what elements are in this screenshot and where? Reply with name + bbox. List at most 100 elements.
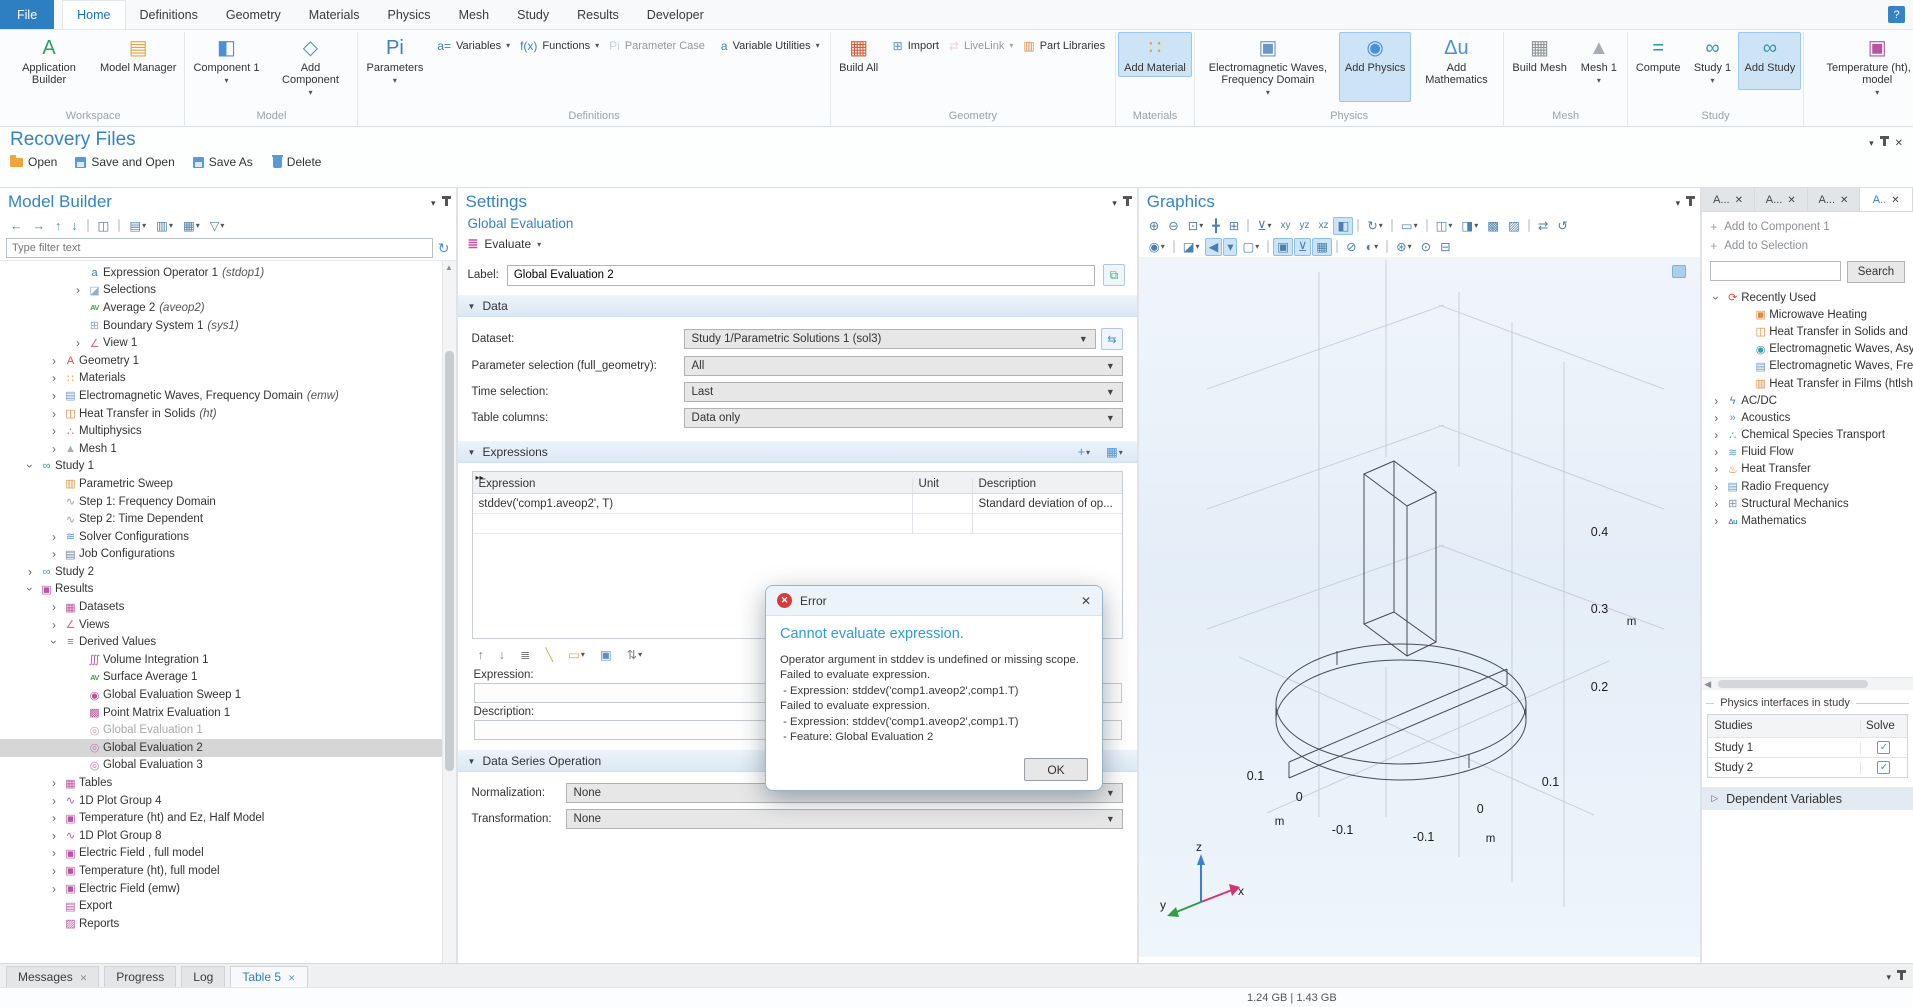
model-builder-toolbar-icon[interactable]: ↓▾: [67, 217, 81, 235]
tree-expander-icon[interactable]: ›: [46, 389, 62, 403]
tree-expander-icon[interactable]: ›: [1708, 480, 1724, 494]
tree-item[interactable]: › ∿ 1D Plot Group 4: [0, 792, 456, 810]
graphics-toolbar-icon[interactable]: ▣ ▾: [1273, 238, 1293, 256]
tree-item[interactable]: › ◫ Heat Transfer in Solids (ht): [0, 405, 456, 423]
pin-icon[interactable]: [445, 198, 448, 206]
tree-item[interactable]: › Δu Mathematics: [1702, 512, 1913, 529]
model-builder-toolbar-icon[interactable]: ▥▾: [152, 216, 177, 235]
tree-item[interactable]: › ∷ Materials: [0, 370, 456, 388]
tree-expander-icon[interactable]: ›: [46, 829, 62, 843]
tree-item[interactable]: ▤ Export: [0, 897, 456, 915]
tree-expander-icon[interactable]: ›: [46, 864, 62, 878]
graphics-toolbar-icon[interactable]: ⊙ ▾: [1417, 238, 1435, 256]
model-builder-toolbar-icon[interactable]: ▾: [118, 219, 120, 232]
graphics-toolbar-icon[interactable]: ◨ ▾: [1457, 216, 1482, 235]
model-builder-toolbar-icon[interactable]: ▤▾: [125, 216, 150, 235]
graphics-toolbar-icon[interactable]: ▾: [1426, 219, 1428, 232]
tree-expander-icon[interactable]: ›: [1708, 428, 1724, 442]
model-builder-toolbar-icon[interactable]: ▦▾: [179, 216, 204, 235]
ribbon-button[interactable]: Pi Parameters ▾: [360, 32, 429, 90]
panel-menu-icon[interactable]: [1869, 135, 1874, 149]
output-tab[interactable]: Progress: [104, 966, 176, 987]
table-row[interactable]: stddev('comp1.aveop2', T) Standard devia…: [473, 494, 1122, 514]
menu-tab[interactable]: Developer: [633, 0, 718, 29]
tree-item[interactable]: › ∴ Chemical Species Transport: [1702, 427, 1913, 444]
tree-expander-icon[interactable]: ›: [23, 581, 37, 597]
dropdown-select[interactable]: Study 1/Parametric Solutions 1 (sol3) ▼: [684, 329, 1096, 349]
tree-expander-icon[interactable]: ›: [46, 354, 62, 368]
ok-button[interactable]: OK: [1024, 758, 1088, 781]
tree-expander-icon[interactable]: ›: [46, 600, 62, 614]
tree-item[interactable]: › ∞ Study 1: [0, 458, 456, 476]
label-input[interactable]: [507, 265, 1095, 286]
chevron-down-icon[interactable]: ▾: [537, 240, 541, 249]
tree-expander-icon[interactable]: ›: [47, 634, 61, 650]
tree-item[interactable]: › ▣ Temperature (ht) and Ez, Half Model: [0, 809, 456, 827]
graphics-toolbar-icon[interactable]: ◐ ▾: [1362, 237, 1383, 256]
tree-item[interactable]: › ∴ Multiphysics: [0, 422, 456, 440]
menu-tab[interactable]: Mesh: [445, 0, 504, 29]
graphics-toolbar-icon[interactable]: ↺ ▾: [1553, 217, 1571, 235]
graphics-toolbar-icon[interactable]: ▾: [1173, 240, 1175, 253]
graphics-toolbar-icon[interactable]: ⊟ ▾: [1436, 238, 1454, 256]
ribbon-button[interactable]: ▤ Model Manager ▾: [94, 32, 182, 89]
tree-expander-icon[interactable]: ›: [23, 458, 37, 474]
menu-tab[interactable]: Physics: [373, 0, 444, 29]
model-builder-toolbar-icon[interactable]: ▾: [87, 219, 89, 232]
tree-item[interactable]: ∭ Volume Integration 1: [0, 651, 456, 669]
solve-checkbox[interactable]: [1877, 741, 1890, 754]
ribbon-button[interactable]: ▣ Electromagnetic Waves, Frequency Domai…: [1197, 32, 1339, 102]
add-to-selection-button[interactable]: Add to Selection: [1710, 236, 1905, 255]
column-header-unit[interactable]: Unit: [913, 478, 973, 493]
close-icon[interactable]: [80, 970, 88, 984]
model-builder-toolbar-icon[interactable]: ▽▾: [206, 216, 229, 235]
tree-expander-icon[interactable]: ›: [46, 407, 62, 421]
graphics-toolbar-icon[interactable]: ⊛ ▾: [1392, 237, 1416, 256]
column-header-expression[interactable]: Expression: [473, 478, 913, 493]
expression-toolbar-icon[interactable]: ▭ ▾: [564, 645, 589, 664]
graphics-toolbar-icon[interactable]: ◪ ▾: [1179, 237, 1204, 256]
tree-item[interactable]: › ▣ Electric Field (emw): [0, 880, 456, 898]
table-row[interactable]: [473, 514, 1122, 534]
evaluate-button[interactable]: Evaluate: [484, 237, 531, 251]
graphics-toolbar-icon[interactable]: ◫ ▾: [1432, 216, 1457, 235]
pin-icon[interactable]: [1689, 198, 1692, 206]
ribbon-button[interactable]: ▦ Build All ▾: [833, 32, 885, 77]
horizontal-scrollbar[interactable]: ◀: [1702, 677, 1913, 690]
menu-tab[interactable]: Home: [62, 0, 125, 29]
cell-description[interactable]: [973, 514, 1122, 533]
menu-tab[interactable]: Results: [563, 0, 633, 29]
scroll-left-icon[interactable]: ◀: [1704, 678, 1711, 691]
dropdown-select[interactable]: Last ▼: [684, 382, 1123, 402]
graphics-toolbar-icon[interactable]: ⊕ ▾: [1145, 217, 1163, 235]
ribbon-button[interactable]: a Variable Utilities ▾: [716, 37, 825, 54]
tree-expander-icon[interactable]: ›: [46, 846, 62, 860]
output-tab[interactable]: Log: [181, 966, 225, 987]
expression-toolbar-icon[interactable]: ▣ ▾: [596, 646, 616, 664]
tree-item[interactable]: ◫ Heat Transfer in Solids and: [1702, 323, 1913, 340]
graphics-toolbar-icon[interactable]: ▨ ▾: [1504, 217, 1524, 235]
graphics-toolbar-icon[interactable]: ◉ ▾: [1145, 237, 1169, 256]
graphics-toolbar-icon[interactable]: ▾: [1391, 219, 1393, 232]
graphics-toolbar-icon[interactable]: ▾: [1267, 240, 1269, 253]
graphics-toolbar-icon[interactable]: yz ▾: [1295, 217, 1313, 235]
graphics-toolbar-icon[interactable]: ▾: [1386, 240, 1388, 253]
ribbon-button[interactable]: ◧ Component 1 ▾: [187, 32, 265, 102]
tree-item[interactable]: › » Acoustics: [1702, 409, 1913, 426]
panel-menu-icon[interactable]: [1112, 195, 1117, 209]
graphics-toolbar-icon[interactable]: ▭ ▾: [1397, 216, 1422, 235]
graphics-toolbar-icon[interactable]: xy ▾: [1276, 217, 1294, 235]
tree-item[interactable]: ▥ Parametric Sweep: [0, 475, 456, 493]
tree-item[interactable]: › ▲ Mesh 1: [0, 440, 456, 458]
recovery-action-button[interactable]: Open: [10, 155, 57, 169]
tree-item[interactable]: AV Surface Average 1: [0, 669, 456, 687]
ribbon-button[interactable]: ▣ Temperature (ht), full model ▾: [1806, 32, 1913, 102]
tree-item[interactable]: ▨ Reports: [0, 915, 456, 933]
ribbon-button[interactable]: ▦ Build Mesh ▾: [1506, 32, 1572, 90]
tree-item[interactable]: › ⊞ Structural Mechanics: [1702, 495, 1913, 512]
tree-item[interactable]: › ♨ Heat Transfer: [1702, 461, 1913, 478]
close-icon[interactable]: [1735, 194, 1743, 206]
cell-unit[interactable]: [913, 494, 973, 513]
dropdown-select[interactable]: None ▼: [566, 809, 1123, 829]
model-builder-toolbar-icon[interactable]: ↑▾: [51, 217, 65, 235]
